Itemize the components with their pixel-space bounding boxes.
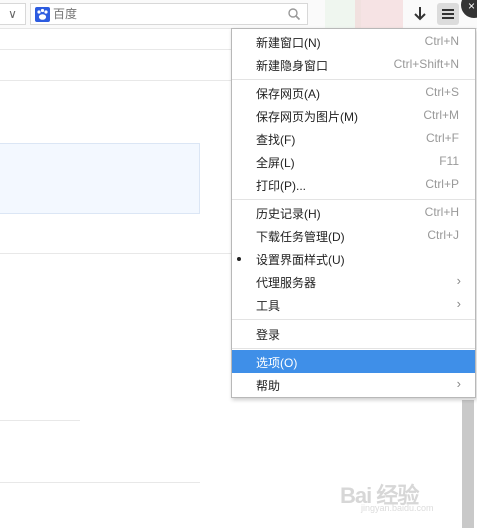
search-icon[interactable] xyxy=(287,7,301,21)
menu-item-shortcut: Ctrl+S xyxy=(425,85,459,99)
main-menu: 新建窗口(N) Ctrl+N 新建隐身窗口 Ctrl+Shift+N 保存网页(… xyxy=(231,28,476,398)
page-divider xyxy=(0,482,200,483)
page-divider xyxy=(0,80,231,81)
download-icon[interactable] xyxy=(412,5,428,23)
menu-item-save-as-image[interactable]: 保存网页为图片(M) Ctrl+M xyxy=(232,104,475,127)
menu-item-history[interactable]: 历史记录(H) Ctrl+H xyxy=(232,201,475,224)
menu-item-label: 工具 xyxy=(256,299,281,313)
menu-item-help[interactable]: 帮助 › xyxy=(232,373,475,396)
chevron-right-icon: › xyxy=(456,296,461,311)
chevron-right-icon: › xyxy=(456,376,461,391)
menu-item-label: 下载任务管理(D) xyxy=(256,230,345,244)
menu-item-shortcut: Ctrl+Shift+N xyxy=(393,57,459,71)
menu-item-shortcut: Ctrl+F xyxy=(426,131,459,145)
menu-item-label: 保存网页为图片(M) xyxy=(256,110,358,124)
menu-item-label: 打印(P)... xyxy=(256,179,306,193)
baidu-paw-icon xyxy=(35,7,50,22)
menu-icon[interactable] xyxy=(437,3,459,25)
menu-item-shortcut: Ctrl+P xyxy=(425,177,459,191)
close-icon[interactable]: × xyxy=(461,0,477,18)
menu-item-save-page[interactable]: 保存网页(A) Ctrl+S xyxy=(232,81,475,104)
menu-item-label: 帮助 xyxy=(256,379,281,393)
menu-item-downloads[interactable]: 下载任务管理(D) Ctrl+J xyxy=(232,224,475,247)
menu-item-shortcut: F11 xyxy=(439,154,459,168)
menu-item-shortcut: Ctrl+J xyxy=(427,228,459,242)
menu-item-incognito-window[interactable]: 新建隐身窗口 Ctrl+Shift+N xyxy=(232,53,475,76)
menu-item-label: 新建隐身窗口 xyxy=(256,59,329,73)
blurred-region xyxy=(355,0,403,28)
menu-item-ui-style[interactable]: 设置界面样式(U) xyxy=(232,247,475,270)
chevron-down-icon: ∨ xyxy=(8,7,17,21)
menu-item-label: 登录 xyxy=(256,328,281,342)
page-divider xyxy=(0,420,80,421)
search-box[interactable] xyxy=(30,3,308,25)
menu-item-shortcut: Ctrl+N xyxy=(424,34,459,48)
menu-item-label: 查找(F) xyxy=(256,133,296,147)
menu-item-shortcut: Ctrl+M xyxy=(423,108,459,122)
menu-separator xyxy=(232,79,475,80)
menu-item-options[interactable]: 选项(O) xyxy=(232,350,475,373)
menu-item-label: 设置界面样式(U) xyxy=(256,253,345,267)
menu-item-label: 代理服务器 xyxy=(256,276,317,290)
page-divider xyxy=(0,253,231,254)
menu-item-shortcut: Ctrl+H xyxy=(424,205,459,219)
menu-separator xyxy=(232,348,475,349)
menu-item-proxy[interactable]: 代理服务器 › xyxy=(232,270,475,293)
selected-dot-icon xyxy=(237,257,241,261)
menu-item-label: 选项(O) xyxy=(256,356,298,370)
page-content-box xyxy=(0,143,200,214)
menu-item-fullscreen[interactable]: 全屏(L) F11 xyxy=(232,150,475,173)
menu-item-login[interactable]: 登录 xyxy=(232,322,475,345)
menu-item-label: 新建窗口(N) xyxy=(256,36,321,50)
menu-item-new-window[interactable]: 新建窗口(N) Ctrl+N xyxy=(232,30,475,53)
menu-separator xyxy=(232,199,475,200)
menu-item-print[interactable]: 打印(P)... Ctrl+P xyxy=(232,173,475,196)
menu-item-label: 全屏(L) xyxy=(256,156,295,170)
watermark-url: jingyan.baidu.com xyxy=(361,503,434,513)
menu-item-label: 历史记录(H) xyxy=(256,207,321,221)
search-input[interactable] xyxy=(53,5,283,23)
menu-item-find[interactable]: 查找(F) Ctrl+F xyxy=(232,127,475,150)
scrollbar[interactable] xyxy=(462,400,474,528)
menu-separator xyxy=(232,319,475,320)
search-engine-dropdown[interactable]: ∨ xyxy=(0,3,26,25)
page-divider xyxy=(0,49,231,50)
menu-item-tools[interactable]: 工具 › xyxy=(232,293,475,316)
browser-toolbar: ∨ × xyxy=(0,0,477,29)
chevron-right-icon: › xyxy=(456,273,461,288)
menu-item-label: 保存网页(A) xyxy=(256,87,320,101)
